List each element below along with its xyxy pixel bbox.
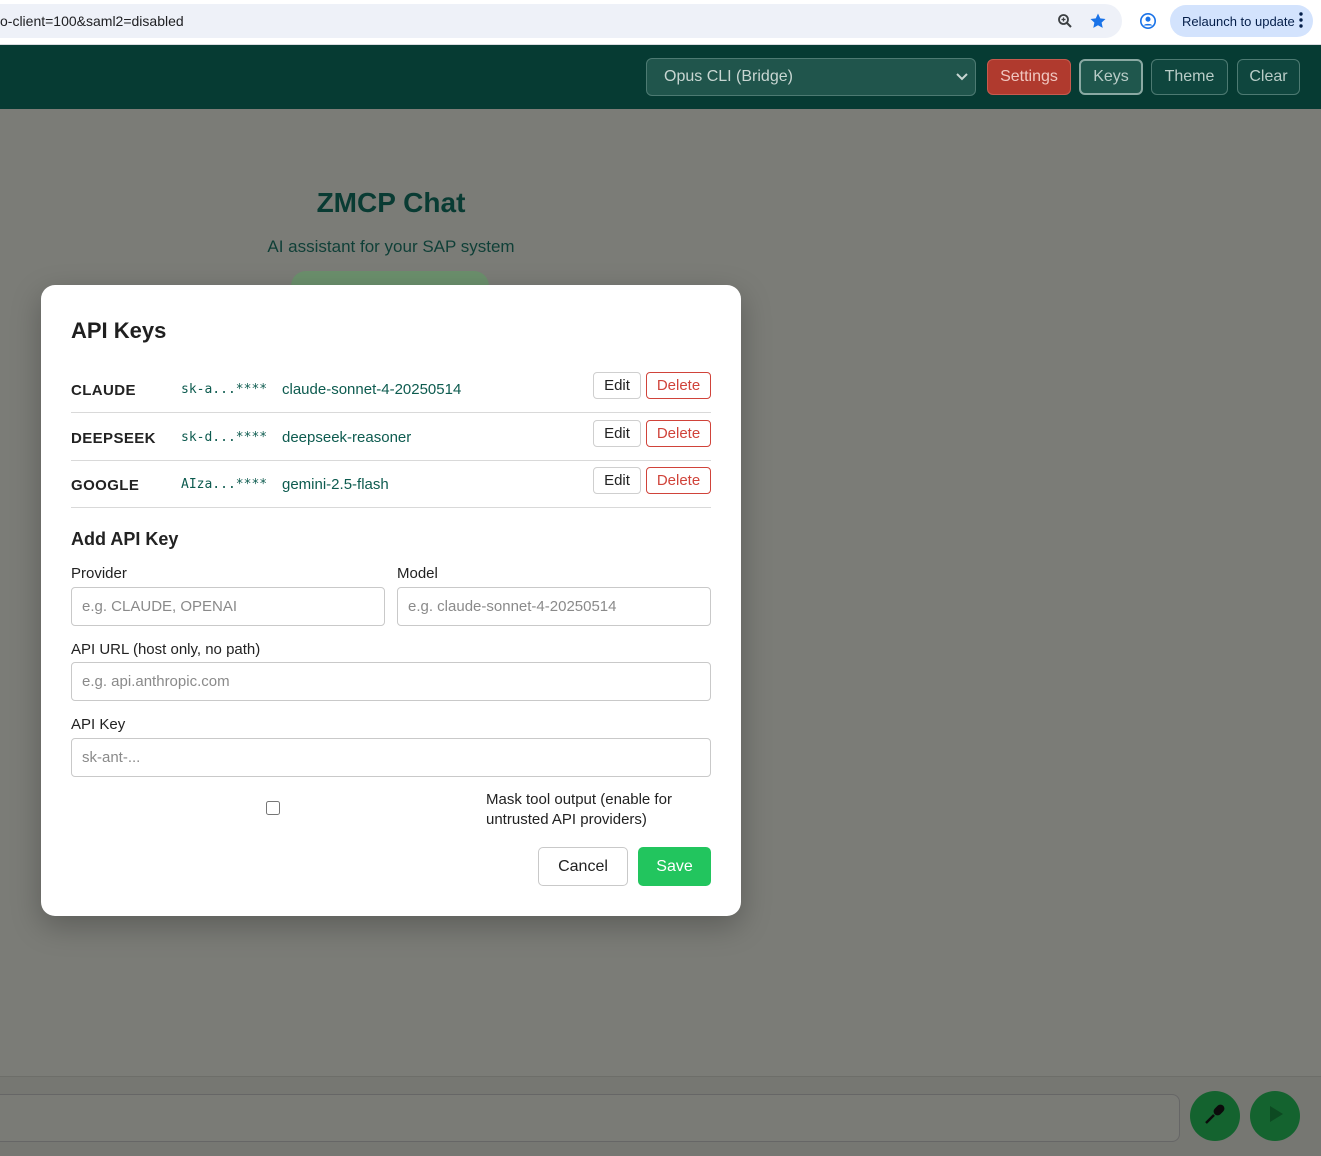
mic-button[interactable] [1190,1091,1240,1141]
api-key-label: API Key [71,716,126,733]
provider-input[interactable] [71,587,385,626]
delete-button[interactable]: Delete [646,372,711,399]
api-keys-modal: API Keys CLAUDE sk-a...**** claude-sonne… [41,285,741,916]
mask-output-label: Mask tool output (enable for untrusted A… [486,791,672,828]
mask-output-checkbox[interactable] [266,801,280,815]
key-masked: AIza...**** [181,477,268,492]
api-key-input[interactable] [71,738,711,777]
key-row: DEEPSEEK sk-d...**** deepseek-reasoner E… [71,413,711,461]
relaunch-label: Relaunch to update [1182,13,1295,29]
model-label: Model [397,565,438,582]
theme-button[interactable]: Theme [1151,59,1228,95]
key-row: CLAUDE sk-a...**** claude-sonnet-4-20250… [71,365,711,413]
provider-label: Provider [71,565,127,582]
profile-icon[interactable] [1137,10,1159,32]
modal-title: API Keys [71,318,167,343]
key-masked: sk-d...**** [181,430,268,445]
model-select-value: Opus CLI (Bridge) [664,68,793,85]
cancel-button[interactable]: Cancel [538,847,628,886]
save-button[interactable]: Save [638,847,711,886]
key-provider: DEEPSEEK [71,430,156,447]
key-model: claude-sonnet-4-20250514 [282,381,462,398]
model-input[interactable] [397,587,711,626]
address-bar-url[interactable]: o-client=100&saml2=disabled [0,13,184,29]
edit-button[interactable]: Edit [593,467,641,494]
page-subtitle: AI assistant for your SAP system [267,237,515,256]
composer-bar [0,1076,1321,1156]
settings-button[interactable]: Settings [987,59,1071,95]
add-key-title: Add API Key [71,529,179,549]
microphone-icon [1202,1101,1228,1131]
edit-button[interactable]: Edit [593,372,641,399]
more-vert-icon[interactable] [1299,12,1303,31]
clear-button[interactable]: Clear [1237,59,1300,95]
key-provider: CLAUDE [71,382,136,399]
api-url-input[interactable] [71,662,711,701]
edit-button[interactable]: Edit [593,420,641,447]
page-title: ZMCP Chat [316,187,466,218]
key-row: GOOGLE AIza...**** gemini-2.5-flash Edit… [71,460,711,508]
message-input[interactable] [0,1094,1180,1142]
relaunch-button[interactable]: Relaunch to update [1170,5,1313,37]
delete-button[interactable]: Delete [646,420,711,447]
delete-button[interactable]: Delete [646,467,711,494]
address-bar[interactable]: o-client=100&saml2=disabled [0,4,1122,38]
key-masked: sk-a...**** [181,382,268,397]
app-header: Opus CLI (Bridge) Settings Keys Theme Cl… [0,45,1321,109]
model-select[interactable]: Opus CLI (Bridge) [646,58,976,96]
send-icon [1265,1104,1285,1128]
bookmark-star-icon[interactable] [1087,10,1109,32]
key-model: deepseek-reasoner [282,429,412,446]
api-url-label: API URL (host only, no path) [71,641,261,658]
key-model: gemini-2.5-flash [282,476,389,493]
browser-toolbar: o-client=100&saml2=disabled Relaunch to … [0,0,1321,45]
keys-button[interactable]: Keys [1079,59,1143,95]
chevron-down-icon [955,69,969,88]
key-provider: GOOGLE [71,477,140,494]
zoom-icon[interactable] [1054,10,1076,32]
send-button[interactable] [1250,1091,1300,1141]
